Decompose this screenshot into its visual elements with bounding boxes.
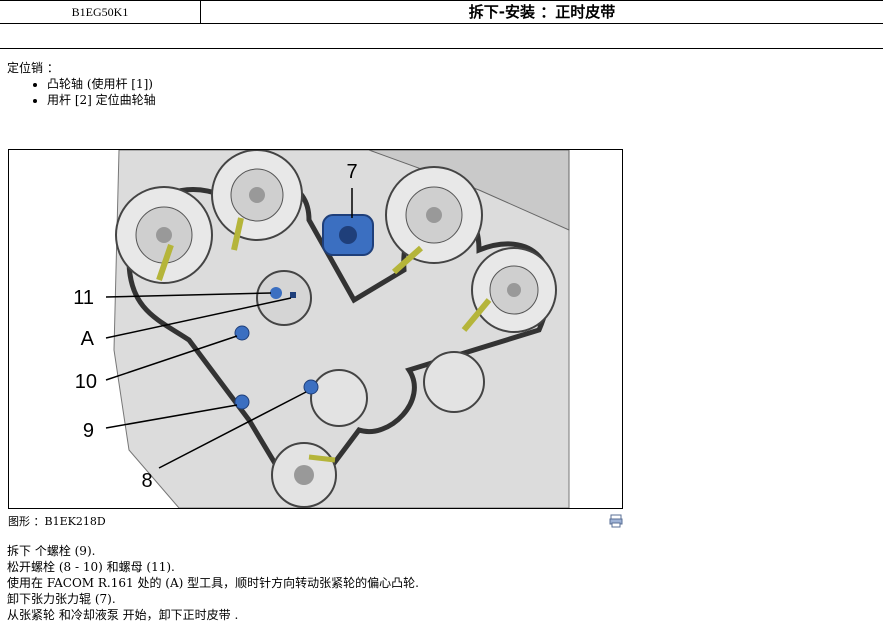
step-text: 卸下张力张力辊 (7). xyxy=(7,592,116,606)
step-text: 从张紧轮 和冷却液泵 开始，卸下正时皮带 . xyxy=(7,608,239,622)
bolt-10 xyxy=(234,325,250,341)
tensioner-eccentric xyxy=(256,270,312,326)
crankshaft-hub xyxy=(294,465,314,485)
figure-caption: 图形 ：B1EK218D xyxy=(8,515,106,528)
step-text: 拆下 个螺栓 (9). xyxy=(7,544,96,558)
callout-8: 8 xyxy=(141,470,152,492)
intro-section: 定位销 ： 凸轮轴 (使用杆 [1]) 用杆 [2] 定位曲轮轴 xyxy=(7,60,156,108)
idler-pulley-right xyxy=(423,351,485,413)
header-divider xyxy=(0,48,883,49)
bolt-9 xyxy=(234,394,250,410)
page-title: 拆下-安装 ：正时皮带 xyxy=(468,3,616,21)
crank-locking-rod xyxy=(308,454,336,463)
callout-10: 10 xyxy=(75,371,97,393)
list-item: 用杆 [2] 定位曲轮轴 xyxy=(47,92,156,108)
cam-pulley-left xyxy=(115,186,213,284)
tensioner-roller xyxy=(322,214,374,256)
engine-illustration: 7 11 A 10 9 8 xyxy=(73,150,570,508)
bolt-8 xyxy=(303,379,319,395)
intro-list: 凸轮轴 (使用杆 [1]) 用杆 [2] 定位曲轮轴 xyxy=(7,76,156,108)
list-item: 凸轮轴 (使用杆 [1]) xyxy=(47,76,156,92)
callout-9: 9 xyxy=(83,420,94,442)
document-code: B1EG50K1 xyxy=(0,1,201,23)
idler-pulley-lower xyxy=(310,369,368,427)
step-text: 使用在 FACOM R.161 处的 (A) 型工具，顺时针方向转动张紧轮的偏心… xyxy=(7,576,419,590)
callout-11: 11 xyxy=(73,287,94,309)
intro-heading: 定位销 ： xyxy=(7,61,59,75)
print-icon[interactable] xyxy=(609,514,623,528)
callout-7: 7 xyxy=(346,161,357,183)
callout-A: A xyxy=(81,328,95,350)
document-header: B1EG50K1 拆下-安装 ：正时皮带 xyxy=(0,0,883,24)
timing-belt-diagram: 7 11 A 10 9 8 xyxy=(8,149,623,509)
procedure-steps: 拆下 个螺栓 (9). 松开螺栓 (8 - 10) 和螺母 (11). 使用在 … xyxy=(7,543,419,623)
step-text: 松开螺栓 (8 - 10) 和螺母 (11). xyxy=(7,560,175,574)
